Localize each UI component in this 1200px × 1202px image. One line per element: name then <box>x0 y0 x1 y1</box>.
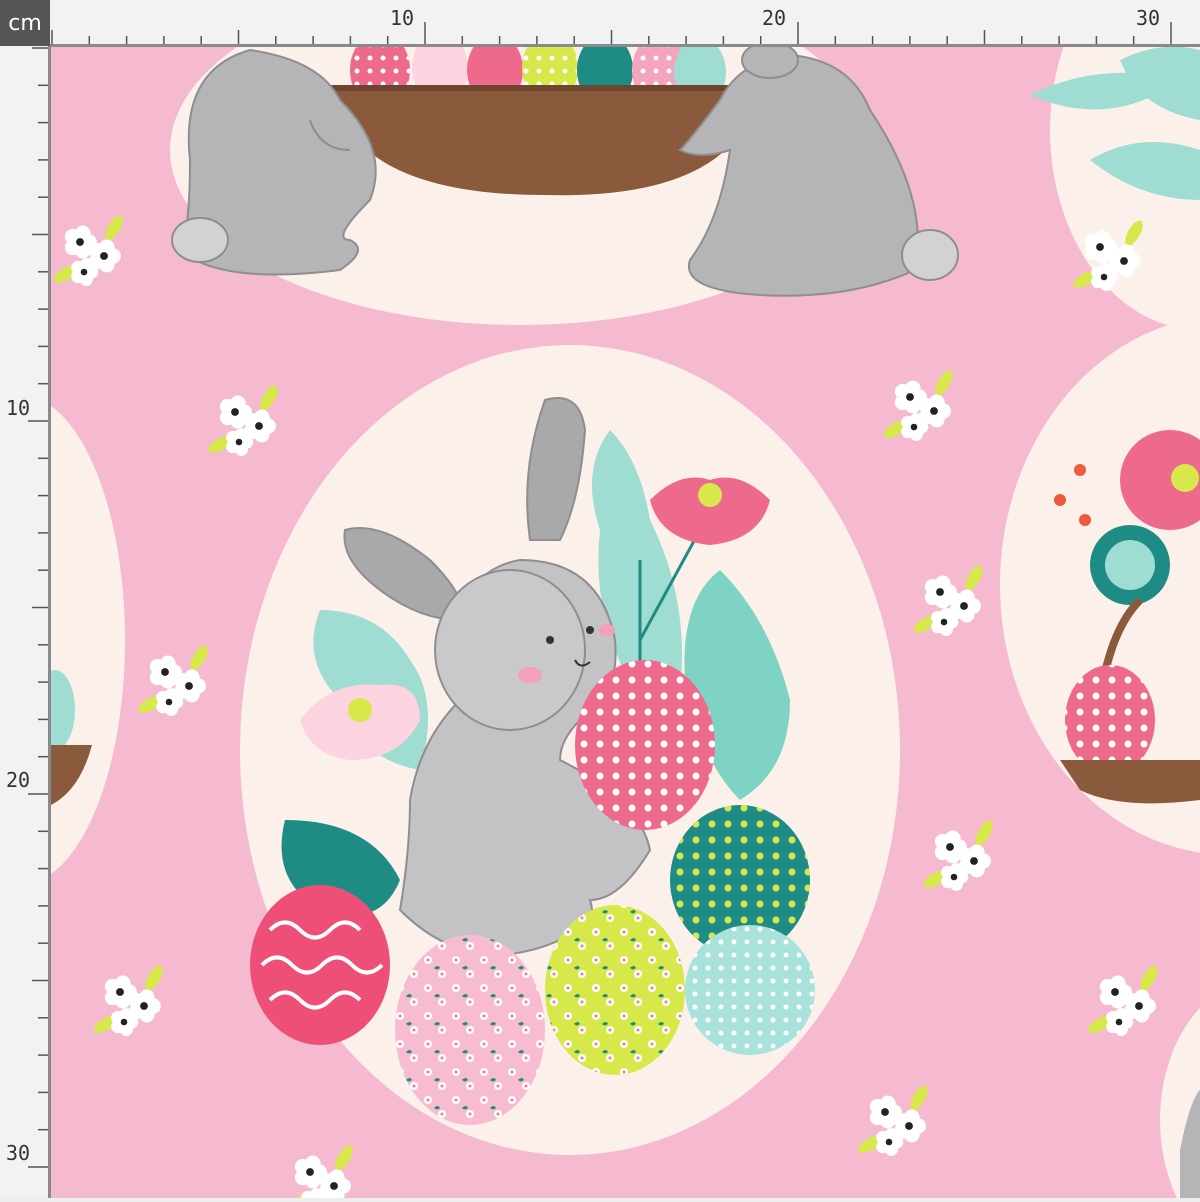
top-ruler <box>50 0 1200 46</box>
left-ruler-ticks <box>28 47 49 1168</box>
left-ruler <box>0 46 50 1198</box>
fabric-swatch <box>51 47 1200 1198</box>
top-ruler-label-30: 30 <box>1136 6 1161 30</box>
center-bunny-eye-left <box>546 636 554 644</box>
left-ruler-label-30: 30 <box>6 1141 31 1165</box>
top-ruler-ticks <box>51 22 1172 45</box>
egg-red-wavy <box>250 885 390 1045</box>
egg-mint-dotted <box>685 925 815 1055</box>
egg-lime-floral <box>545 905 685 1075</box>
left-ruler-label-20: 20 <box>6 768 31 792</box>
fabric-pattern-image <box>51 47 1200 1198</box>
top-ruler-label-10: 10 <box>390 6 415 30</box>
left-ruler-label-10: 10 <box>6 396 31 420</box>
center-bunny-cheek <box>518 667 542 683</box>
unit-label: cm <box>0 0 50 46</box>
top-ruler-label-20: 20 <box>762 6 787 30</box>
center-bunny-eye-right <box>586 626 594 634</box>
egg-pink-floral <box>395 935 545 1125</box>
egg-pink-dotted-held <box>575 660 715 830</box>
